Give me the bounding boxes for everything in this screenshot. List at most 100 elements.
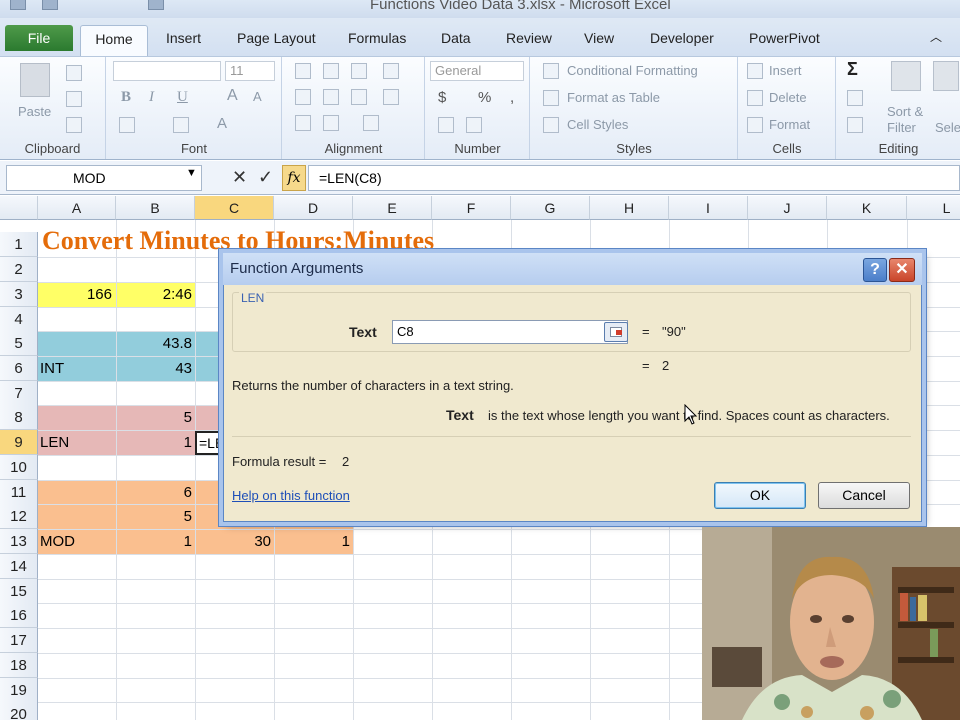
insert-function-button[interactable]: fx xyxy=(282,165,306,191)
row-header[interactable]: 13 xyxy=(0,529,38,554)
tab-view[interactable]: View xyxy=(584,30,614,46)
row-header[interactable]: 10 xyxy=(0,455,38,480)
column-header[interactable]: A xyxy=(38,196,116,220)
column-header[interactable]: D xyxy=(274,196,353,220)
row-header[interactable]: 11 xyxy=(0,480,38,505)
row-header[interactable]: 4 xyxy=(0,307,38,332)
name-box-dropdown-icon[interactable]: ▼ xyxy=(186,167,197,179)
ok-button[interactable]: OK xyxy=(714,482,806,509)
row-header[interactable]: 20 xyxy=(0,702,38,720)
align-center-icon[interactable] xyxy=(323,89,339,105)
number-format-select[interactable]: General xyxy=(430,61,524,81)
print-icon[interactable] xyxy=(148,0,164,10)
dialog-title[interactable]: Function Arguments xyxy=(223,253,922,285)
select-all-corner[interactable] xyxy=(0,196,38,220)
row-header[interactable]: 12 xyxy=(0,504,38,529)
cell-styles-icon[interactable] xyxy=(543,117,559,133)
save-icon[interactable] xyxy=(42,0,58,10)
cell-b9[interactable]: 1 xyxy=(116,431,192,455)
align-top-icon[interactable] xyxy=(295,63,311,79)
column-header[interactable]: G xyxy=(511,196,590,220)
row-header[interactable]: 16 xyxy=(0,603,38,628)
cell-b8[interactable]: 5 xyxy=(116,406,192,430)
decrease-decimal-icon[interactable] xyxy=(466,117,482,133)
column-header[interactable]: E xyxy=(353,196,432,220)
row-header[interactable]: 3 xyxy=(0,282,38,307)
cell-a6[interactable]: INT xyxy=(40,357,64,381)
find-select-label[interactable]: Sele xyxy=(935,120,960,135)
cell-d13[interactable]: 1 xyxy=(274,530,350,554)
filter-label[interactable]: Filter xyxy=(887,120,916,135)
percent-button[interactable]: % xyxy=(478,89,491,106)
tab-insert[interactable]: Insert xyxy=(166,30,201,46)
cell-b6[interactable]: 43 xyxy=(116,357,192,381)
borders-icon[interactable] xyxy=(119,117,135,133)
row-header[interactable]: 15 xyxy=(0,579,38,604)
font-name-select[interactable] xyxy=(113,61,221,81)
column-header[interactable]: B xyxy=(116,196,195,220)
font-size-select[interactable]: 11 xyxy=(225,61,275,81)
cell-b13[interactable]: 1 xyxy=(116,530,192,554)
row-header[interactable]: 17 xyxy=(0,628,38,653)
decrease-indent-icon[interactable] xyxy=(295,115,311,131)
ribbon-minimize-icon[interactable]: ︿ xyxy=(930,28,942,45)
font-color-icon[interactable]: A xyxy=(217,115,227,132)
cut-icon[interactable] xyxy=(66,65,82,81)
fill-color-icon[interactable] xyxy=(173,117,189,133)
tab-developer[interactable]: Developer xyxy=(650,30,714,46)
align-middle-icon[interactable] xyxy=(323,63,339,79)
cell-a13[interactable]: MOD xyxy=(40,530,75,554)
insert-cells-icon[interactable] xyxy=(747,63,763,79)
tab-file[interactable]: File xyxy=(5,25,73,51)
column-header[interactable]: H xyxy=(590,196,669,220)
cancel-button[interactable]: Cancel xyxy=(818,482,910,509)
paste-icon[interactable] xyxy=(20,63,50,97)
align-left-icon[interactable] xyxy=(295,89,311,105)
delete-cells-button[interactable]: Delete xyxy=(769,90,807,105)
currency-button[interactable]: $ xyxy=(438,89,446,106)
tab-review[interactable]: Review xyxy=(506,30,552,46)
help-on-function-link[interactable]: Help on this function xyxy=(232,488,350,503)
increase-indent-icon[interactable] xyxy=(323,115,339,131)
row-header-selected[interactable]: 9 xyxy=(0,430,38,455)
orientation-icon[interactable] xyxy=(383,63,399,79)
close-icon[interactable]: ✕ xyxy=(889,258,915,282)
row-header[interactable]: 14 xyxy=(0,554,38,579)
paste-button[interactable]: Paste xyxy=(18,104,51,119)
conditional-formatting-icon[interactable] xyxy=(543,63,559,79)
autosum-icon[interactable]: Σ xyxy=(847,59,858,80)
row-header[interactable]: 8 xyxy=(0,405,38,430)
align-right-icon[interactable] xyxy=(351,89,367,105)
tab-data[interactable]: Data xyxy=(441,30,471,46)
wrap-text-icon[interactable] xyxy=(363,115,379,131)
format-cells-icon[interactable] xyxy=(747,117,763,133)
tab-powerpivot[interactable]: PowerPivot xyxy=(749,30,820,46)
find-select-icon[interactable] xyxy=(933,61,959,91)
format-as-table-icon[interactable] xyxy=(543,90,559,106)
row-header[interactable]: 6 xyxy=(0,356,38,381)
row-header[interactable]: 7 xyxy=(0,381,38,406)
cell-b12[interactable]: 5 xyxy=(116,505,192,529)
shrink-font-icon[interactable]: A xyxy=(253,89,262,104)
excel-icon[interactable] xyxy=(10,0,26,10)
grow-font-icon[interactable]: A xyxy=(227,87,238,105)
column-header[interactable]: K xyxy=(827,196,907,220)
row-header[interactable]: 1 xyxy=(0,232,38,257)
sheet-title[interactable]: Convert Minutes to Hours:Minutes xyxy=(42,226,434,256)
format-painter-icon[interactable] xyxy=(66,117,82,133)
row-header[interactable]: 2 xyxy=(0,257,38,282)
delete-cells-icon[interactable] xyxy=(747,90,763,106)
formula-input[interactable]: =LEN(C8) xyxy=(308,165,960,191)
column-header[interactable]: I xyxy=(669,196,748,220)
align-bottom-icon[interactable] xyxy=(351,63,367,79)
cell-a9[interactable]: LEN xyxy=(40,431,69,455)
cell-b5[interactable]: 43.8 xyxy=(116,332,192,356)
comma-button[interactable]: , xyxy=(510,89,514,106)
help-icon[interactable]: ? xyxy=(863,258,887,282)
cell-c9-active[interactable]: =LE xyxy=(195,431,225,455)
underline-button[interactable]: U xyxy=(177,89,188,106)
clear-icon[interactable] xyxy=(847,117,863,133)
format-cells-button[interactable]: Format xyxy=(769,117,810,132)
conditional-formatting-button[interactable]: Conditional Formatting xyxy=(567,63,698,78)
tab-formulas[interactable]: Formulas xyxy=(348,30,406,46)
